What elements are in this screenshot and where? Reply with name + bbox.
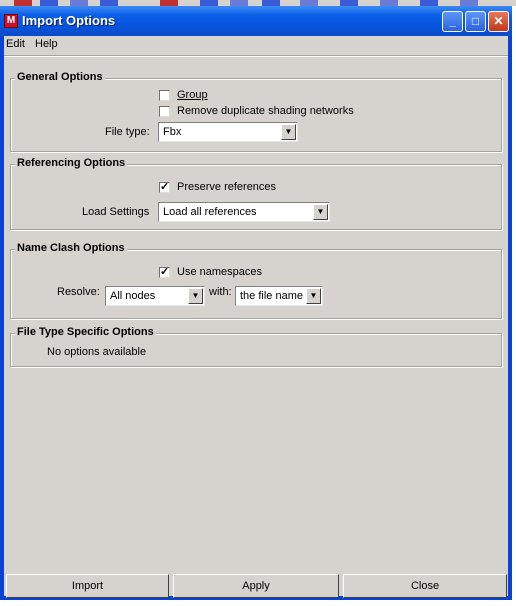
resolve-dropdown[interactable]: All nodes ▼ xyxy=(105,286,205,306)
no-options-message: No options available xyxy=(47,346,147,358)
maximize-icon[interactable]: □ xyxy=(465,11,486,32)
file-type-label: File type: xyxy=(105,126,150,138)
close-button[interactable]: Close xyxy=(343,574,507,598)
use-namespaces-label[interactable]: Use namespaces xyxy=(177,266,262,278)
close-icon[interactable]: ✕ xyxy=(488,11,509,32)
load-settings-value: Load all references xyxy=(163,206,257,218)
name-clash-options-title: Name Clash Options xyxy=(15,242,127,254)
import-options-window: M Import Options _ □ ✕ Edit Help General… xyxy=(0,6,512,600)
resolve-value: All nodes xyxy=(110,290,156,302)
import-button[interactable]: Import xyxy=(6,574,169,598)
menu-edit[interactable]: Edit xyxy=(6,38,25,50)
chevron-down-icon[interactable]: ▼ xyxy=(313,204,328,220)
remove-duplicate-label[interactable]: Remove duplicate shading networks xyxy=(177,105,354,117)
with-label: with: xyxy=(209,286,232,298)
title-bar[interactable]: M Import Options _ □ ✕ xyxy=(0,6,512,36)
load-settings-dropdown[interactable]: Load all references ▼ xyxy=(158,202,330,222)
group-label[interactable]: Group xyxy=(177,89,208,101)
file-type-specific-title: File Type Specific Options xyxy=(15,326,156,338)
chevron-down-icon[interactable]: ▼ xyxy=(281,124,296,140)
dialog-client-area: Edit Help General Options Group Remove d… xyxy=(4,36,508,598)
resolve-label: Resolve: xyxy=(57,286,100,298)
file-type-dropdown[interactable]: Fbx ▼ xyxy=(158,122,298,142)
use-namespaces-checkbox[interactable]: ✓ xyxy=(159,267,170,278)
general-options-title: General Options xyxy=(15,71,105,83)
menu-separator xyxy=(4,55,508,57)
group-checkbox[interactable] xyxy=(159,90,170,101)
with-dropdown[interactable]: the file name ▼ xyxy=(235,286,323,306)
chevron-down-icon[interactable]: ▼ xyxy=(306,288,321,304)
chevron-down-icon[interactable]: ▼ xyxy=(188,288,203,304)
name-clash-options-frame xyxy=(10,249,502,319)
preserve-references-label[interactable]: Preserve references xyxy=(177,181,276,193)
referencing-options-title: Referencing Options xyxy=(15,157,128,169)
apply-button[interactable]: Apply xyxy=(173,574,339,598)
remove-duplicate-checkbox[interactable] xyxy=(159,106,170,117)
window-title: Import Options xyxy=(22,13,116,28)
menu-bar: Edit Help xyxy=(4,36,508,53)
minimize-icon[interactable]: _ xyxy=(442,11,463,32)
load-settings-label: Load Settings xyxy=(82,206,150,218)
preserve-references-checkbox[interactable]: ✓ xyxy=(159,182,170,193)
with-value: the file name xyxy=(240,290,303,302)
menu-help[interactable]: Help xyxy=(35,38,58,50)
maya-icon[interactable]: M xyxy=(4,14,18,28)
file-type-value: Fbx xyxy=(163,126,182,138)
